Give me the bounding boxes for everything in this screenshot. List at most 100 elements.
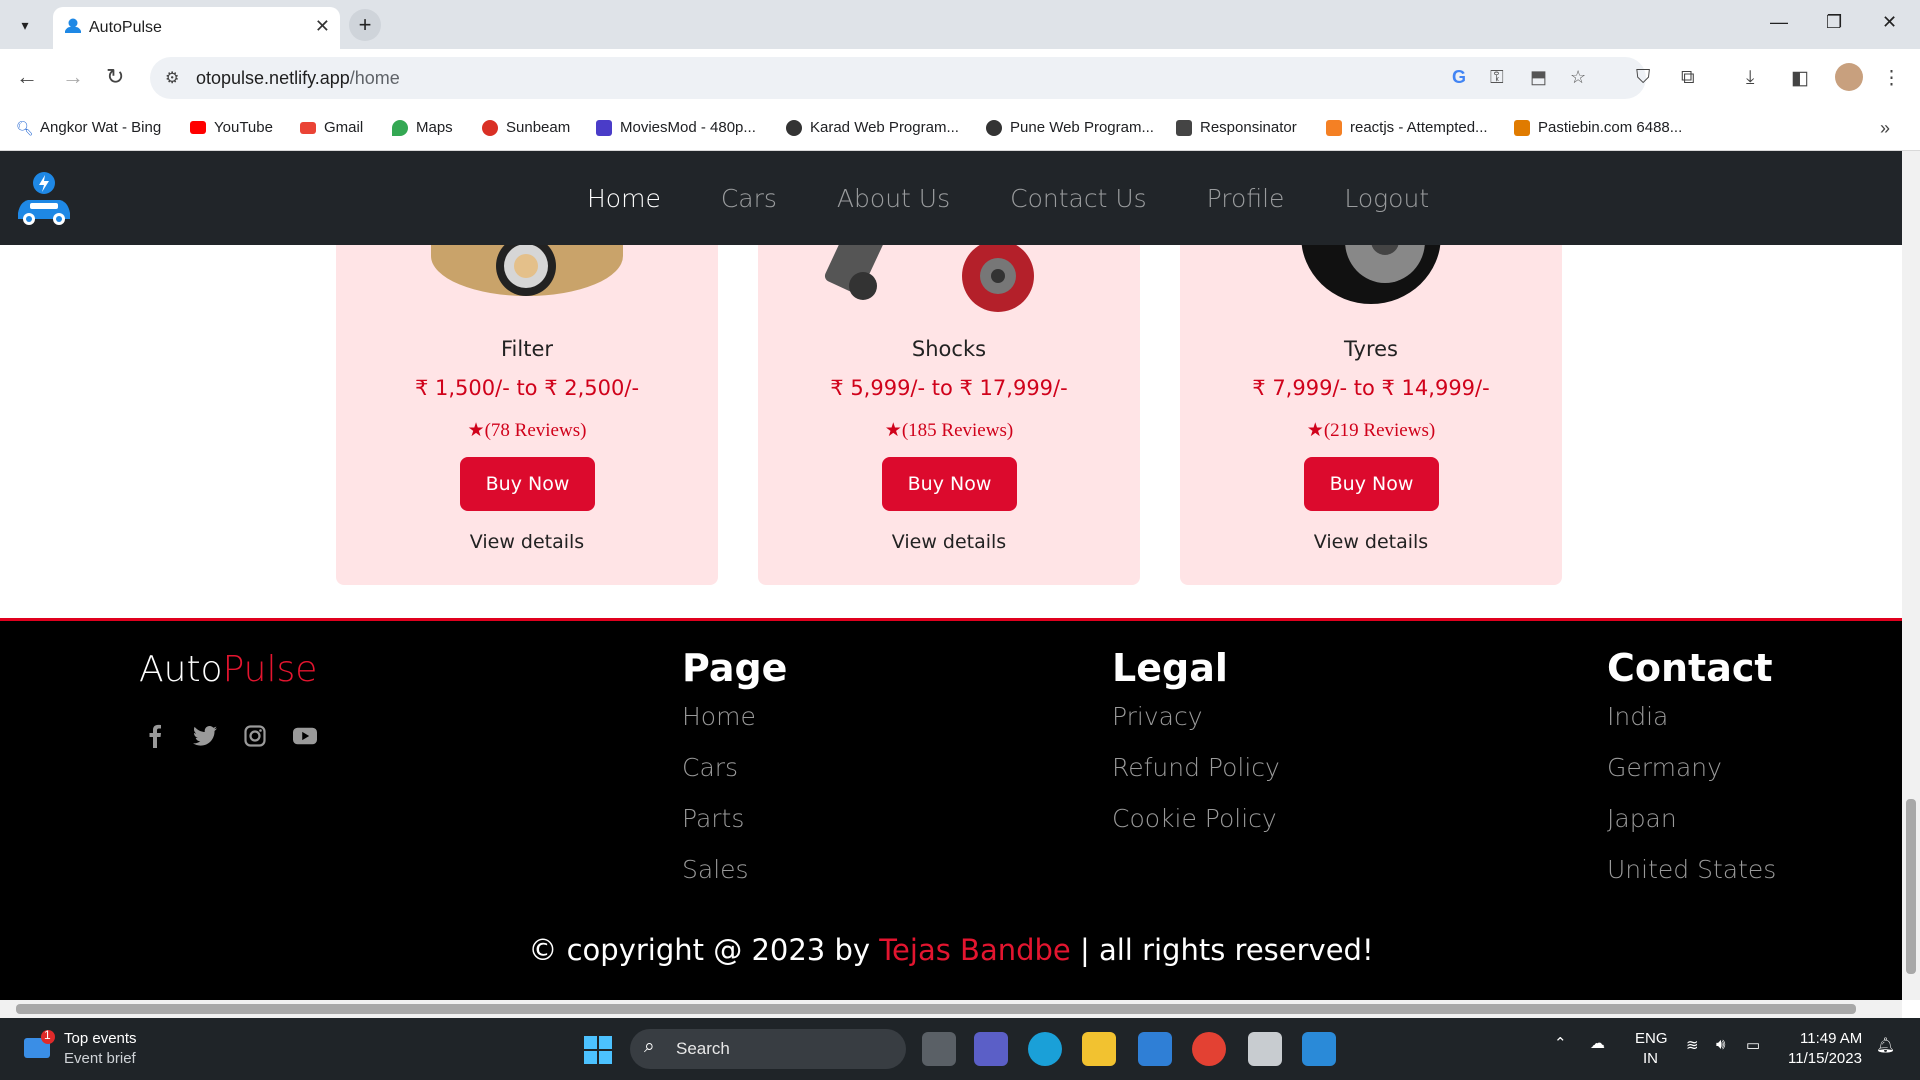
more-bookmarks-icon[interactable]: » — [1880, 118, 1890, 139]
forward-icon[interactable]: → — [62, 64, 84, 90]
nav-logout[interactable]: Logout — [1344, 184, 1429, 213]
language-region[interactable]: IN — [1643, 1050, 1658, 1067]
product-price: ₹ 7,999/- to ₹ 14,999/- — [1252, 376, 1490, 400]
product-name: Shocks — [911, 337, 987, 361]
copyright-text: © copyright @ 2023 by Tejas Bandbe | all… — [528, 933, 1374, 967]
product-price: ₹ 1,500/- to ₹ 2,500/- — [414, 376, 640, 400]
vertical-scrollbar-thumb[interactable] — [1906, 799, 1916, 974]
buy-now-button[interactable]: Buy Now — [460, 457, 595, 511]
footer-link-privacy[interactable]: Privacy — [1112, 702, 1280, 731]
nav-profile[interactable]: Profile — [1207, 184, 1285, 213]
extensions-icon[interactable]: ⧉ — [1681, 67, 1695, 89]
facebook-icon[interactable] — [143, 724, 167, 748]
view-details-link[interactable]: View details — [336, 531, 718, 553]
view-details-link[interactable]: View details — [758, 531, 1140, 553]
password-key-icon[interactable]: ⚿ — [1490, 67, 1504, 88]
buy-now-button[interactable]: Buy Now — [1304, 457, 1439, 511]
site-info-icon[interactable]: ⚙ — [165, 68, 179, 88]
bookmark-star-icon[interactable]: ☆ — [1570, 67, 1586, 88]
buy-now-button[interactable]: Buy Now — [882, 457, 1017, 511]
mail-icon[interactable] — [1138, 1032, 1172, 1066]
profile-avatar[interactable] — [1835, 63, 1863, 91]
language-eng[interactable]: ENG — [1635, 1030, 1668, 1047]
footer-link-india[interactable]: India — [1607, 702, 1776, 731]
footer-link-cookie-policy[interactable]: Cookie Policy — [1112, 804, 1280, 833]
vscode-icon[interactable] — [1302, 1032, 1336, 1066]
youtube-icon — [190, 121, 206, 134]
clock-date[interactable]: 11/15/2023 — [1788, 1050, 1862, 1067]
wifi-icon[interactable]: ≋ — [1686, 1036, 1699, 1054]
nav-about-us[interactable]: About Us — [837, 184, 950, 213]
volume-icon[interactable]: 🔊︎ — [1716, 1036, 1725, 1053]
notifications-bell-icon[interactable]: 🔔︎ — [1876, 1036, 1895, 1054]
bookmark-item[interactable]: Maps — [392, 119, 453, 136]
google-lens-icon[interactable]: G — [1452, 67, 1466, 88]
downloads-icon[interactable]: ⤓ — [1746, 67, 1754, 89]
reload-icon[interactable]: ↻ — [106, 64, 124, 90]
tab-title: AutoPulse — [89, 19, 162, 36]
nav-contact-us[interactable]: Contact Us — [1010, 184, 1147, 213]
url-text[interactable]: otopulse.netlify.app/home — [196, 68, 400, 89]
footer-link-cars[interactable]: Cars — [682, 753, 787, 782]
bookmark-item[interactable]: 🔍︎ Angkor Wat - Bing — [16, 119, 161, 136]
bookmark-item[interactable]: Pune Web Program... — [986, 119, 1154, 136]
footer-link-united-states[interactable]: United States — [1607, 855, 1776, 884]
twitter-icon[interactable] — [193, 724, 217, 748]
teams-icon[interactable] — [974, 1032, 1008, 1066]
file-explorer-icon[interactable] — [1082, 1032, 1116, 1066]
footer-link-germany[interactable]: Germany — [1607, 753, 1776, 782]
tab-close-icon[interactable]: ✕ — [315, 16, 330, 37]
snipping-tool-icon[interactable] — [1248, 1032, 1282, 1066]
youtube-icon[interactable] — [293, 724, 317, 748]
footer-link-parts[interactable]: Parts — [682, 804, 787, 833]
close-window-icon[interactable]: ✕ — [1882, 12, 1897, 33]
product-price: ₹ 5,999/- to ₹ 17,999/- — [830, 376, 1068, 400]
shield-extension-icon[interactable]: ⛉ — [1636, 67, 1650, 89]
pastiebin-icon — [1514, 119, 1530, 136]
view-details-link[interactable]: View details — [1180, 531, 1562, 553]
bookmark-item[interactable]: MoviesMod - 480p... — [596, 119, 756, 136]
chrome-icon[interactable] — [1192, 1032, 1226, 1066]
moviesmod-icon — [596, 119, 612, 136]
autopulse-logo-icon[interactable] — [14, 169, 74, 227]
footer-link-home[interactable]: Home — [682, 702, 787, 731]
product-card: Shocks ₹ 5,999/- to ₹ 17,999/- ★(185 Rev… — [758, 211, 1140, 585]
browser-tab[interactable]: AutoPulse ✕ — [53, 7, 340, 49]
product-reviews: ★(219 Reviews) — [1306, 420, 1436, 441]
battery-icon[interactable]: ▭ — [1746, 1036, 1760, 1054]
tray-overflow-icon[interactable]: ⌃ — [1554, 1034, 1567, 1052]
widgets-button[interactable]: 1 — [22, 1028, 56, 1065]
vertical-scrollbar[interactable] — [1902, 151, 1920, 1000]
bookmark-item[interactable]: Pastiebin.com 6488... — [1514, 119, 1682, 136]
minimize-icon[interactable]: — — [1770, 12, 1788, 33]
bookmark-item[interactable]: reactjs - Attempted... — [1326, 119, 1488, 136]
bookmark-item[interactable]: Responsinator — [1176, 119, 1297, 136]
address-bar[interactable]: ⚙ otopulse.netlify.app/home G ⚿ ⬒ ☆ — [150, 57, 1646, 99]
nav-home[interactable]: Home — [587, 184, 661, 213]
onedrive-icon[interactable]: ☁ — [1590, 1034, 1605, 1052]
task-view-icon[interactable] — [922, 1032, 956, 1066]
menu-kebab-icon[interactable]: ⋮ — [1882, 67, 1901, 90]
bookmark-item[interactable]: Gmail — [300, 119, 363, 136]
bookmark-item[interactable]: Sunbeam — [482, 119, 570, 136]
bookmark-item[interactable]: YouTube — [190, 119, 273, 136]
clock-time[interactable]: 11:49 AM — [1800, 1030, 1862, 1047]
new-tab-button[interactable]: + — [349, 9, 381, 41]
nav-cars[interactable]: Cars — [721, 184, 777, 213]
windows-start-icon[interactable] — [584, 1036, 612, 1064]
footer-link-japan[interactable]: Japan — [1607, 804, 1776, 833]
edge-icon[interactable] — [1028, 1032, 1062, 1066]
footer-legal-column: Legal Privacy Refund Policy Cookie Polic… — [1112, 646, 1280, 855]
back-icon[interactable]: ← — [16, 64, 38, 90]
bookmark-item[interactable]: Karad Web Program... — [786, 119, 959, 136]
install-app-icon[interactable]: ⬒ — [1530, 67, 1547, 88]
taskbar-search[interactable]: ⌕ Search — [630, 1029, 906, 1069]
side-panel-icon[interactable]: ◧ — [1791, 67, 1809, 90]
tab-search-button[interactable]: ▾ — [12, 12, 38, 38]
footer-link-sales[interactable]: Sales — [682, 855, 787, 884]
horizontal-scrollbar[interactable] — [0, 1000, 1902, 1018]
horizontal-scrollbar-thumb[interactable] — [16, 1004, 1856, 1014]
footer-link-refund-policy[interactable]: Refund Policy — [1112, 753, 1280, 782]
instagram-icon[interactable] — [243, 724, 267, 748]
restore-icon[interactable]: ❐ — [1826, 12, 1842, 33]
